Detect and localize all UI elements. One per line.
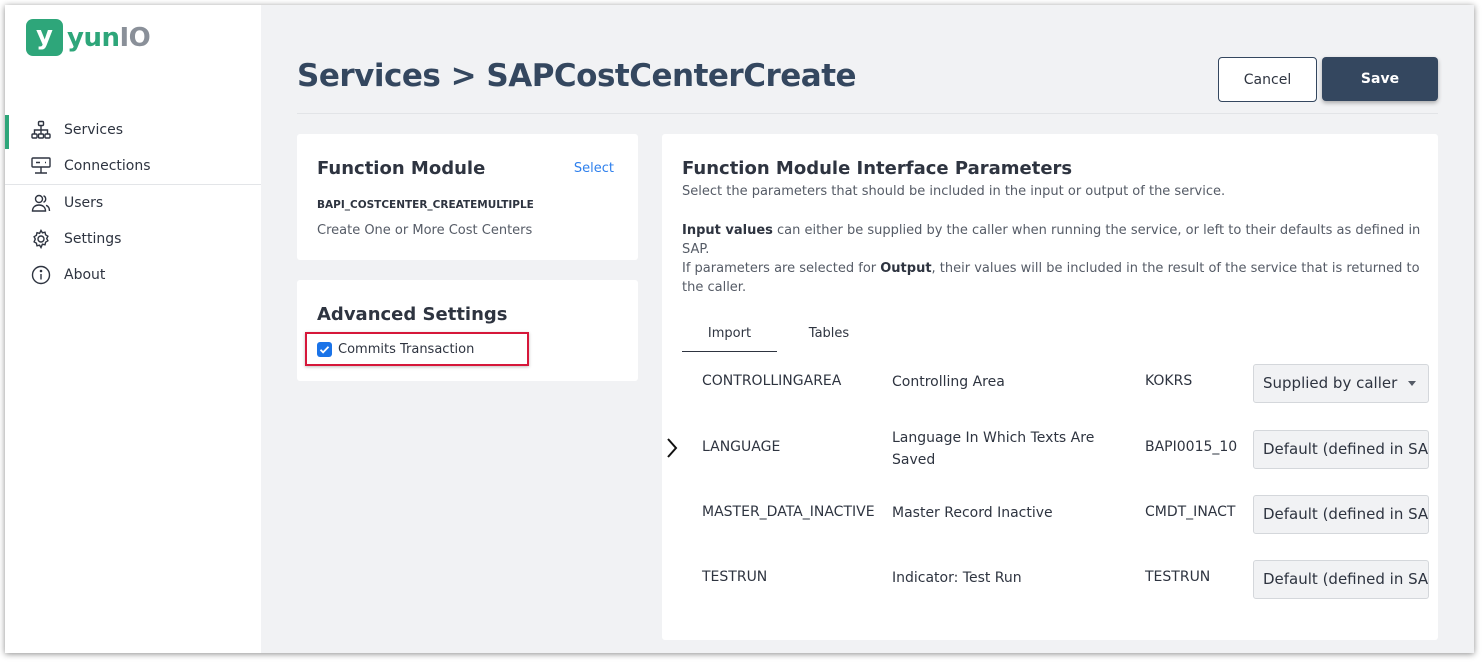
advanced-settings-card: Advanced Settings Commits Transaction: [297, 280, 638, 381]
app-window: y yunIO Services Connections Users Setti…: [5, 5, 1474, 653]
tab-import[interactable]: Import: [682, 319, 777, 352]
function-module-description: Create One or More Cost Centers: [317, 223, 533, 238]
parameter-mode-select[interactable]: Supplied by caller: [1253, 364, 1429, 403]
parameter-type: KOKRS: [1145, 373, 1193, 389]
page-title: Services > SAPCostCenterCreate: [297, 58, 857, 94]
parameter-description: Indicator: Test Run: [892, 570, 1022, 586]
cancel-button[interactable]: Cancel: [1218, 57, 1317, 102]
sidebar-item-label: Settings: [64, 231, 122, 247]
info-icon: [31, 265, 51, 285]
parameter-mode-select[interactable]: Default (defined in SAP): [1253, 430, 1429, 469]
users-icon: [31, 193, 51, 213]
parameter-type: BAPI0015_10: [1145, 439, 1238, 455]
checkmark-icon: [319, 345, 330, 354]
gear-icon: [31, 229, 51, 249]
tab-tables[interactable]: Tables: [777, 319, 881, 352]
sitemap-icon: [31, 120, 51, 140]
parameters-intro: Select the parameters that should be inc…: [682, 184, 1226, 199]
parameters-title: Function Module Interface Parameters: [682, 158, 1073, 179]
chevron-right-icon[interactable]: [666, 436, 678, 460]
sidebar-item-services[interactable]: Services: [5, 112, 261, 149]
sidebar-item-label: Services: [64, 122, 124, 138]
output-help: If parameters are selected for Output, t…: [682, 261, 1420, 295]
sidebar-item-label: Connections: [64, 158, 151, 174]
sidebar-item-label: About: [64, 267, 106, 283]
parameter-name: LANGUAGE: [702, 439, 781, 455]
chevron-down-icon: [1408, 381, 1416, 386]
sidebar-item-label: Users: [64, 195, 104, 211]
commits-transaction-highlight: Commits Transaction: [305, 332, 529, 366]
commits-transaction-checkbox[interactable]: [317, 341, 332, 357]
parameter-description: Language In Which Texts Are Saved: [892, 430, 1095, 468]
input-values-help: Input values can either be supplied by t…: [682, 223, 1421, 257]
parameter-mode-select[interactable]: Default (defined in SAP): [1253, 560, 1429, 599]
parameter-type: CMDT_INACT: [1145, 504, 1236, 520]
parameter-type: TESTRUN: [1145, 569, 1211, 585]
parameter-mode-select[interactable]: Default (defined in SAP): [1253, 495, 1429, 534]
function-module-card: Function Module Select BAPI_COSTCENTER_C…: [297, 134, 638, 260]
sidebar-nav: Services Connections Users Settings Abou…: [5, 112, 261, 293]
function-module-title: Function Module: [317, 158, 486, 179]
function-module-name: BAPI_COSTCENTER_CREATEMULTIPLE: [317, 199, 534, 211]
parameter-tabs: Import Tables: [682, 319, 881, 352]
sidebar: y yunIO Services Connections Users Setti…: [5, 5, 261, 653]
commits-transaction-label[interactable]: Commits Transaction: [338, 342, 474, 357]
parameter-name: MASTER_DATA_INACTIVE: [702, 504, 875, 520]
save-button[interactable]: Save: [1322, 57, 1438, 101]
parameter-description: Controlling Area: [892, 374, 1005, 390]
sidebar-item-connections[interactable]: Connections: [5, 148, 261, 184]
advanced-settings-title: Advanced Settings: [317, 304, 508, 325]
header-divider: [297, 113, 1438, 114]
sidebar-item-settings[interactable]: Settings: [5, 221, 261, 257]
sidebar-item-users[interactable]: Users: [5, 185, 261, 221]
app-logo[interactable]: y yunIO: [26, 19, 151, 56]
server-icon: [31, 156, 51, 176]
logo-text: yunIO: [67, 22, 151, 53]
select-function-module-link[interactable]: Select: [574, 161, 614, 176]
parameter-name: TESTRUN: [702, 569, 768, 585]
logo-mark: y: [26, 19, 63, 56]
parameter-row: MASTER_DATA_INACTIVE Master Record Inact…: [662, 490, 1438, 540]
interface-parameters-card: Function Module Interface Parameters Sel…: [662, 134, 1438, 640]
parameter-description: Master Record Inactive: [892, 505, 1053, 521]
sidebar-item-about[interactable]: About: [5, 257, 261, 293]
parameter-row: CONTROLLINGAREA Controlling Area KOKRS S…: [662, 358, 1438, 408]
parameter-row: LANGUAGE Language In Which Texts Are Sav…: [662, 424, 1438, 474]
parameter-row: TESTRUN Indicator: Test Run TESTRUN Defa…: [662, 554, 1438, 604]
parameter-name: CONTROLLINGAREA: [702, 373, 842, 389]
